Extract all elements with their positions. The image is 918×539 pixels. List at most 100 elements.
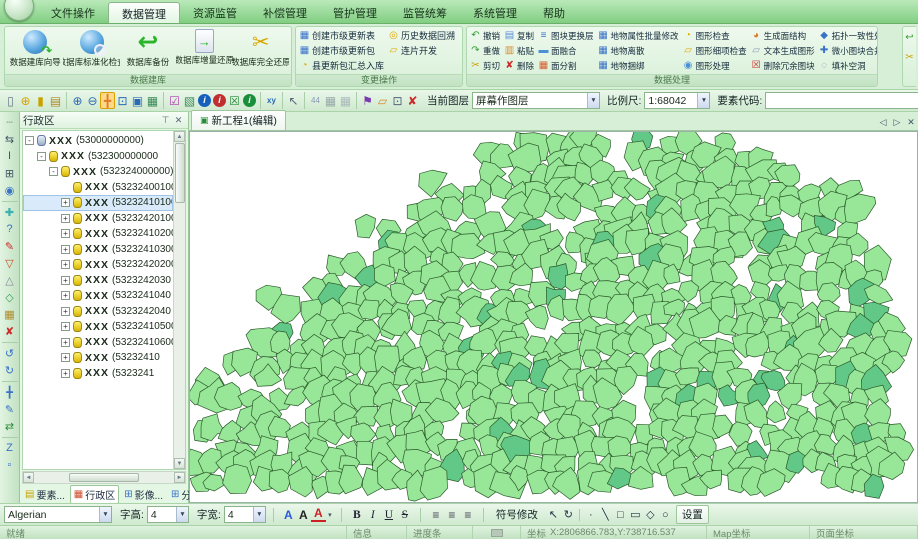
db-full-restore-button[interactable]: ✂ 数据库完全还原 <box>233 28 289 73</box>
scroll-thumb[interactable] <box>175 143 185 203</box>
snap-icon[interactable]: ✚ <box>2 201 18 220</box>
app-orb[interactable] <box>4 0 34 21</box>
paste-button[interactable]: ▥ 粘贴 <box>503 43 535 58</box>
polygon-split-button[interactable]: ▦ 面分割 <box>537 58 595 73</box>
scroll-down-icon[interactable]: ▼ <box>174 458 185 469</box>
chevron-down-icon[interactable]: ▼ <box>697 93 709 108</box>
feature-discrete-button[interactable]: ▦ 地物离散 <box>597 43 680 58</box>
feature-bundle-button[interactable]: ▦ 地物捆绑 <box>597 58 680 73</box>
tree-expander-icon[interactable]: + <box>61 307 70 316</box>
char-height-select[interactable]: 4▼ <box>147 506 189 523</box>
eye-icon[interactable]: ◉ <box>2 182 18 198</box>
tree-node-town[interactable]: + XXX (5323241040 <box>23 288 173 304</box>
tree-node-town[interactable]: + XXX (532324101000 <box>23 195 173 211</box>
graphic-check-button[interactable]: ◔ 图形检查 <box>682 28 748 43</box>
tree-node-town[interactable]: + XXX (532324102000 <box>23 226 173 242</box>
menu-tab-file[interactable]: 文件操作 <box>38 2 108 23</box>
close-icon[interactable]: ✕ <box>172 115 185 126</box>
tree-expander-icon[interactable]: - <box>25 136 34 145</box>
tile-change-layer-button[interactable]: ≡ 图块更换层 <box>537 28 595 43</box>
small-rect-icon[interactable]: ▫ <box>2 457 18 473</box>
tree-node-town[interactable]: + XXX (532324201000 <box>23 211 173 227</box>
image-edit-icon[interactable]: ▦ <box>2 306 18 322</box>
tab-scroll-right-icon[interactable]: ▷ <box>890 117 904 128</box>
menu-tab-maintenance[interactable]: 管护管理 <box>320 2 390 23</box>
save-icon[interactable]: ▮ <box>33 92 48 109</box>
sketch-pen-icon[interactable]: ✎ <box>2 238 18 254</box>
identify-blue-icon[interactable]: i <box>197 92 212 109</box>
rect-tool[interactable]: □ <box>613 509 628 521</box>
bold-button[interactable]: B <box>349 509 365 521</box>
pan-icon[interactable]: ╋ <box>100 92 115 109</box>
map-document-tab[interactable]: ▣ 新工程1(编辑) <box>191 110 286 130</box>
line-tool[interactable]: ╲ <box>598 508 613 521</box>
rotate-tool[interactable]: ↻ <box>561 508 576 521</box>
menu-tab-help[interactable]: 帮助 <box>530 2 578 23</box>
tree-expander-icon[interactable]: + <box>61 229 70 238</box>
attribute-check-icon[interactable]: ☑ <box>163 92 182 109</box>
tree-expander-icon[interactable]: + <box>61 245 70 254</box>
feature-attr-batch-edit-button[interactable]: ▦ 地物属性批量修改 <box>597 28 680 43</box>
create-city-update-package-button[interactable]: ▦ 创建市级更新包 <box>298 43 385 58</box>
tree-node-town[interactable]: XXX (532324001000 <box>23 180 173 196</box>
generate-polygon-structure-button[interactable]: ◕ 生成面结构 <box>750 28 816 43</box>
tab-close-icon[interactable]: ✕ <box>904 117 918 128</box>
chevron-down-icon[interactable]: ▼ <box>587 93 599 108</box>
panel-grip[interactable]: ┄ <box>2 114 18 130</box>
clip-region-icon[interactable]: ⊞ <box>2 165 18 181</box>
undo-icon[interactable]: ↺ <box>2 342 18 361</box>
tree-expander-icon[interactable]: - <box>49 167 58 176</box>
diamond-icon[interactable]: ◇ <box>2 289 18 305</box>
clipped-group-icon-1[interactable]: ↩ <box>905 32 913 43</box>
scroll-left-icon[interactable]: ◄ <box>23 472 34 483</box>
tree-expander-icon[interactable]: - <box>37 152 46 161</box>
delete-button[interactable]: ✘ 删除 <box>503 58 535 73</box>
map-canvas[interactable] <box>189 131 918 503</box>
parcel-map[interactable] <box>190 132 917 502</box>
panel-tab-imagery[interactable]: ⊞ 影像... <box>121 486 166 503</box>
tree-node-town[interactable]: + XXX (532324202000 <box>23 257 173 273</box>
text-color-blue-button[interactable]: A <box>281 508 296 522</box>
image-display-icon[interactable]: ▦ <box>145 92 160 109</box>
xy-locate-icon[interactable]: xy <box>260 92 279 109</box>
graphic-detail-check-button[interactable]: ▱ 图形细项检查 <box>682 43 748 58</box>
create-city-update-table-button[interactable]: ▦ 创建市级更新表 <box>298 28 385 43</box>
menu-tab-resource[interactable]: 资源监管 <box>180 2 250 23</box>
county-package-import-button[interactable]: ◔ 县更新包汇总入库 <box>298 58 385 73</box>
flag-icon[interactable]: ⚑ <box>356 92 375 109</box>
panel-tab-features[interactable]: ▤ 要素... <box>22 486 68 503</box>
text-color-dropdown-icon[interactable]: ▾ <box>326 511 334 519</box>
tree-node-town[interactable]: + XXX (5323242030 <box>23 273 173 289</box>
scroll-thumb[interactable] <box>69 473 139 482</box>
copy-feature-icon[interactable]: ▱ <box>375 92 390 109</box>
underline-button[interactable]: U <box>381 509 397 521</box>
tree-expander-icon[interactable]: + <box>61 338 70 347</box>
pin-icon[interactable]: ⊤ <box>159 115 172 126</box>
annotation-number-icon[interactable]: 44 <box>304 92 323 109</box>
annotation-icon[interactable]: ▧ <box>182 92 197 109</box>
tree-expander-icon[interactable]: + <box>61 369 70 378</box>
feature-code-select[interactable]: ▼ <box>765 92 918 109</box>
settings-button[interactable]: 设置 <box>676 505 709 524</box>
tree-node-town[interactable]: + XXX (53232410 <box>23 350 173 366</box>
tree-expander-icon[interactable]: + <box>61 276 70 285</box>
zoom-window-icon[interactable]: ▣ <box>130 92 145 109</box>
rounded-rect-tool[interactable]: ▭ <box>628 508 643 521</box>
marquee-select-icon[interactable]: ⊡ <box>390 92 405 109</box>
swap-icon[interactable]: ⇄ <box>2 418 18 434</box>
strikethrough-button[interactable]: S <box>397 509 413 521</box>
zoom-out-icon[interactable]: ⊖ <box>85 92 100 109</box>
ellipse-tool[interactable]: ○ <box>658 509 673 521</box>
scroll-up-icon[interactable]: ▲ <box>174 131 185 142</box>
tree-expander-icon[interactable]: + <box>61 260 70 269</box>
point-tool[interactable]: · <box>579 509 598 521</box>
identify-red-icon[interactable]: i <box>212 92 227 109</box>
panel-tab-admin-region[interactable]: ▦ 行政区 <box>70 485 119 504</box>
grid-select-icon[interactable]: ▦ <box>323 92 338 109</box>
italic-button[interactable]: I <box>365 509 381 521</box>
tree-node-town[interactable]: + XXX (532324106000 <box>23 335 173 351</box>
db-standard-check-button[interactable]: 数据库标准化检查 <box>63 28 119 73</box>
delete-redundant-tiles-button[interactable]: ☒ 删除冗余图块 <box>750 58 816 73</box>
db-incremental-restore-button[interactable]: → 数据库增量还原 <box>176 28 232 73</box>
align-center-button[interactable]: ≡ <box>444 508 460 522</box>
